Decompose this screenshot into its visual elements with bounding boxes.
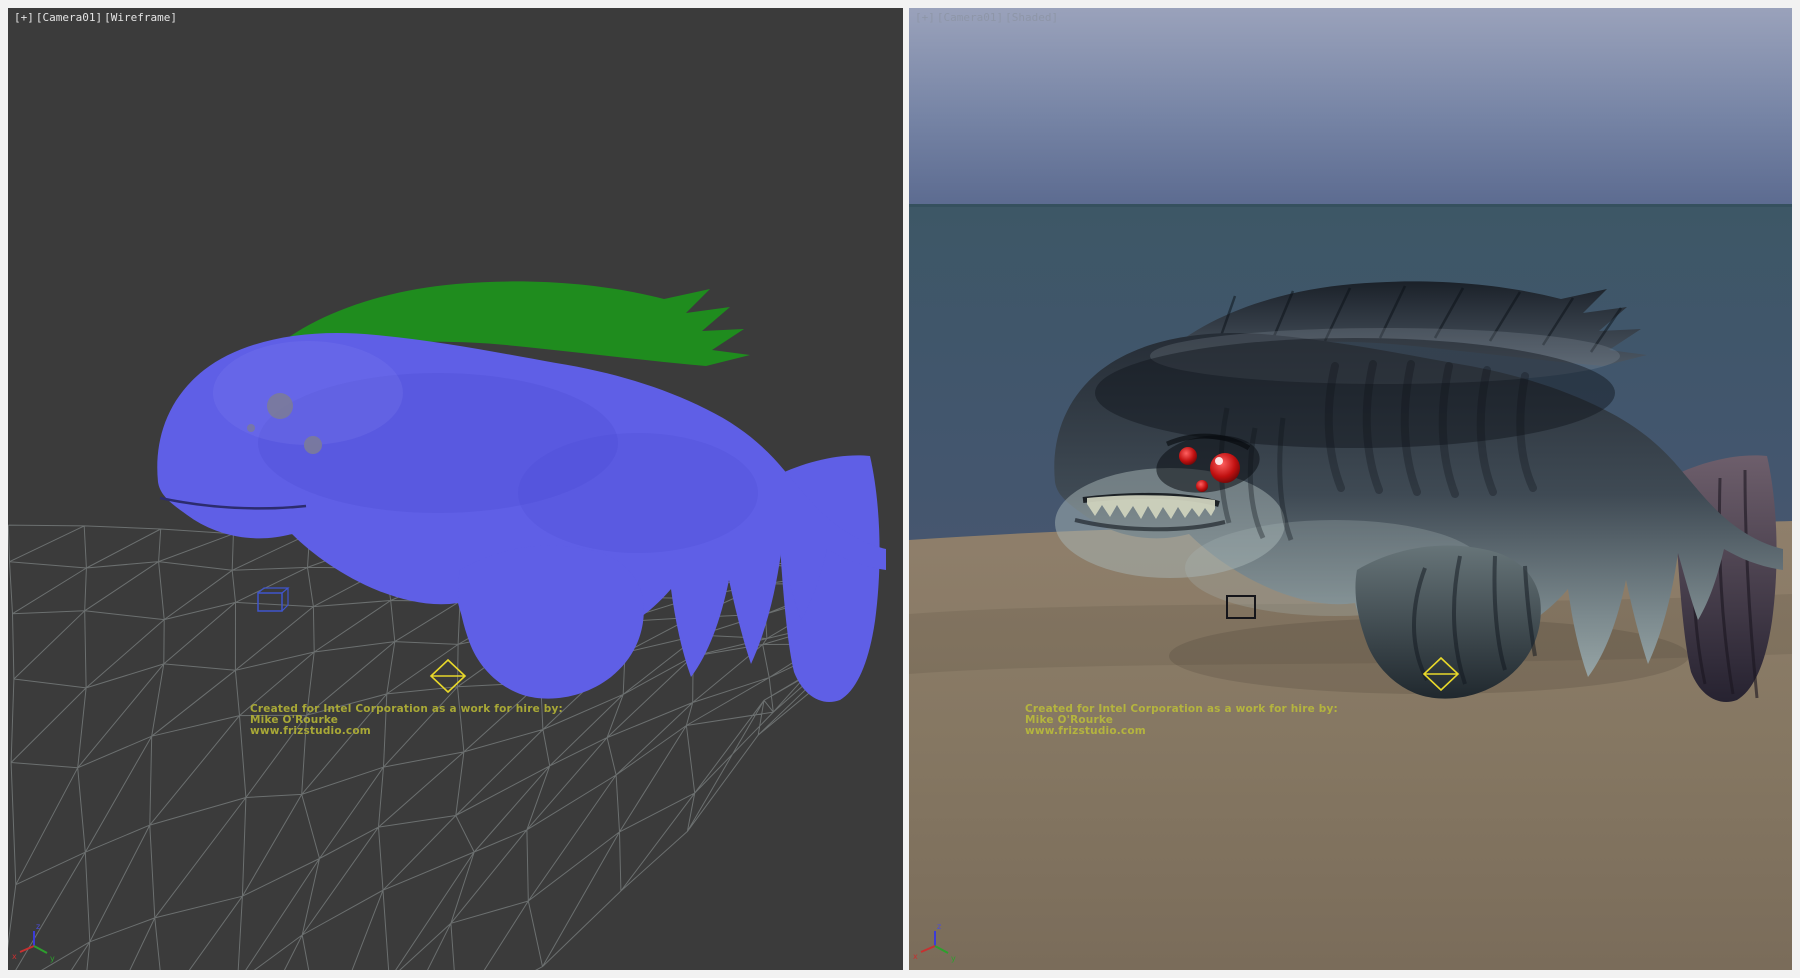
viewport-shaded[interactable]: Created for Intel Corporation as a work … [909, 8, 1792, 970]
eye-highlight [1215, 457, 1223, 465]
viewport-pov-menu[interactable]: [Camera01] [937, 11, 1003, 25]
viewport-general-menu[interactable]: [+] [915, 11, 935, 25]
shaded-canvas[interactable]: Created for Intel Corporation as a work … [909, 8, 1792, 970]
fish-eye-wire [267, 393, 293, 419]
viewport-general-menu[interactable]: [+] [14, 11, 34, 25]
credit-line-3: www.frizstudio.com [1025, 725, 1146, 737]
mesh-shade [518, 433, 758, 553]
fish-eye-red-small [1196, 480, 1208, 492]
fish-eye-wire [304, 436, 322, 454]
viewport-split-stage: z x y [0, 0, 1800, 978]
sky [909, 8, 1792, 206]
viewport-pov-menu[interactable]: [Camera01] [36, 11, 102, 25]
wireframe-canvas[interactable]: z x y [8, 8, 903, 970]
credit-line-3: www.frizstudio.com [250, 725, 371, 737]
back-shadow [1095, 338, 1615, 448]
viewport-wireframe[interactable]: z x y [8, 8, 903, 970]
viewport-shading-menu[interactable]: [Wireframe] [104, 11, 177, 25]
fish-eye-red-small [1179, 447, 1197, 465]
viewport-label: [+] [Camera01] [Shaded] [915, 11, 1058, 25]
mesh-shade [213, 341, 403, 445]
viewport-label: [+] [Camera01] [Wireframe] [14, 11, 177, 25]
viewport-shading-menu[interactable]: [Shaded] [1005, 11, 1058, 25]
fish-nostril-wire [247, 424, 255, 432]
fish-eye-red-large [1210, 453, 1240, 483]
